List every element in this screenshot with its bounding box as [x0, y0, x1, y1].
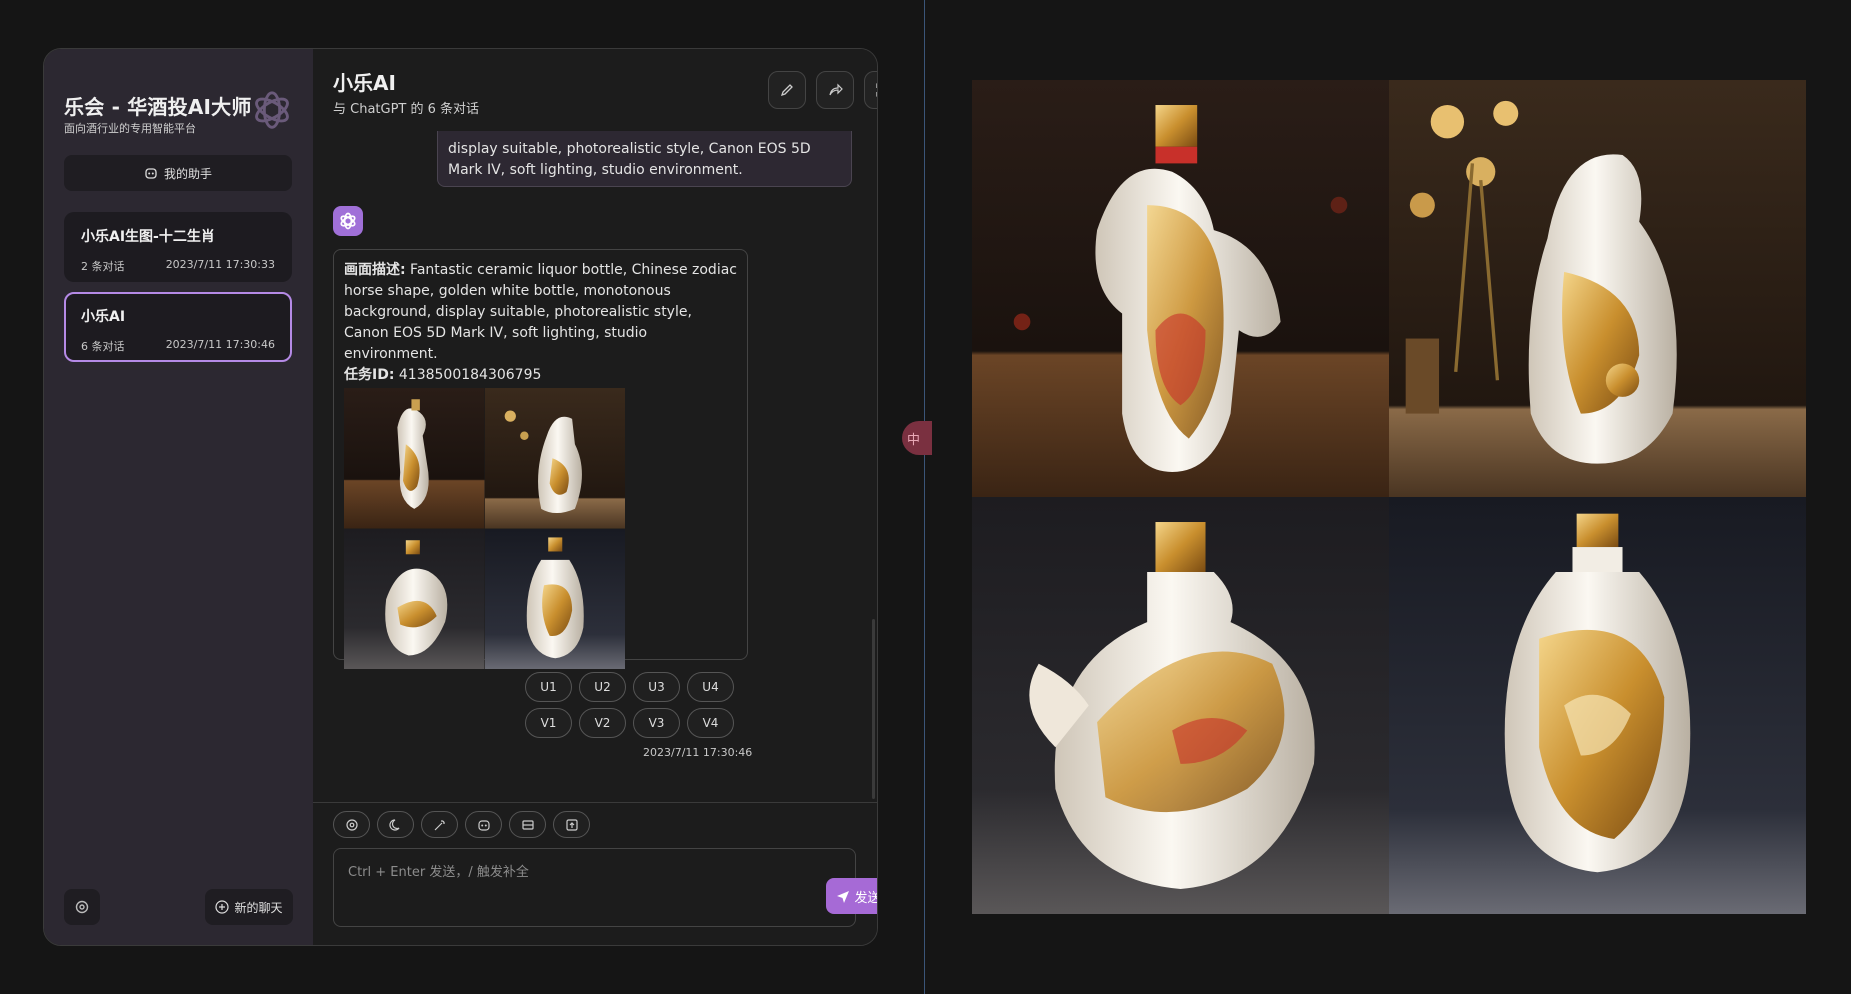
enlarged-generated-image — [972, 80, 1806, 914]
composer-divider — [313, 802, 877, 803]
chat-title: 小乐AI — [333, 71, 396, 95]
prompt-tool-button[interactable] — [421, 811, 458, 838]
variation-3-button[interactable]: V3 — [633, 708, 680, 738]
upload-icon — [565, 818, 578, 831]
pencil-icon — [780, 84, 793, 97]
gear-icon — [345, 818, 358, 831]
thumb-image-2 — [484, 388, 625, 529]
moon-icon — [388, 818, 399, 831]
brand-subtitle: 面向酒行业的专用智能平台 — [64, 122, 196, 135]
my-assistant-button[interactable]: 我的助手 — [64, 155, 292, 191]
generated-image-thumbnail[interactable] — [344, 388, 625, 669]
bot-message-text: 画面描述: Fantastic ceramic liquor bottle, C… — [344, 260, 737, 386]
chat-list-item-zodiac[interactable]: 小乐AI生图-十二生肖 2 条对话 2023/7/11 17:30:33 — [64, 212, 292, 282]
chat-item-title: 小乐AI — [81, 309, 126, 325]
chat-scrollbar[interactable] — [872, 619, 875, 799]
fullscreen-icon — [876, 83, 877, 97]
send-button[interactable]: 发送 — [826, 878, 878, 914]
large-image-2 — [1389, 80, 1806, 497]
rename-button[interactable] — [768, 71, 806, 109]
chat-item-time: 2023/7/11 17:30:33 — [165, 258, 275, 271]
desc-label: 画面描述: — [344, 262, 406, 278]
chat-item-title: 小乐AI生图-十二生肖 — [81, 229, 215, 245]
chat-subtitle: 与 ChatGPT 的 6 条对话 — [333, 102, 480, 117]
send-icon — [837, 891, 850, 903]
large-image-1 — [972, 80, 1389, 497]
task-id-label: 任务ID: — [344, 367, 395, 383]
upscale-1-button[interactable]: U1 — [525, 672, 572, 702]
chat-list-item-xiaole[interactable]: 小乐AI 6 条对话 2023/7/11 17:30:46 — [64, 292, 292, 362]
gear-icon — [75, 900, 89, 914]
message-timestamp: 2023/7/11 17:30:46 — [643, 746, 753, 759]
my-assistant-label: 我的助手 — [163, 166, 212, 181]
message-input[interactable]: Ctrl + Enter 发送，/ 触发补全 — [333, 848, 856, 927]
export-tool-button[interactable] — [553, 811, 590, 838]
variation-button-row: V1 V2 V3 V4 — [525, 708, 734, 738]
openai-logo-icon — [255, 91, 289, 129]
sidebar: 乐会 - 华酒投AI大师 面向酒行业的专用智能平台 我的助手 小乐AI生图-十二… — [44, 49, 313, 945]
chat-main: 小乐AI 与 ChatGPT 的 6 条对话 display suitable,… — [313, 49, 877, 945]
variation-2-button[interactable]: V2 — [579, 708, 626, 738]
thumb-image-3 — [344, 528, 485, 669]
upscale-3-button[interactable]: U3 — [633, 672, 680, 702]
magic-wand-icon — [434, 819, 445, 830]
thumb-image-1 — [344, 388, 485, 529]
bot-icon — [145, 168, 157, 179]
variation-1-button[interactable]: V1 — [525, 708, 572, 738]
layout-icon — [521, 819, 534, 830]
openai-logo-icon — [340, 212, 356, 230]
split-divider[interactable] — [924, 0, 925, 994]
chat-item-count: 2 条对话 — [81, 260, 125, 273]
bot-icon — [477, 819, 490, 831]
chat-app-window: 乐会 - 华酒投AI大师 面向酒行业的专用智能平台 我的助手 小乐AI生图-十二… — [43, 48, 878, 946]
settings-button[interactable] — [64, 889, 100, 925]
bot-message-bubble: 画面描述: Fantastic ceramic liquor bottle, C… — [333, 249, 748, 669]
user-message-bubble: display suitable, photorealistic style, … — [437, 131, 852, 187]
fullscreen-button[interactable] — [864, 71, 877, 109]
thumb-image-4 — [484, 528, 625, 669]
upscale-2-button[interactable]: U2 — [579, 672, 626, 702]
theme-tool-button[interactable] — [377, 811, 414, 838]
new-chat-button[interactable]: 新的聊天 — [205, 889, 293, 925]
brand-title: 乐会 - 华酒投AI大师 — [64, 95, 252, 119]
new-chat-label: 新的聊天 — [234, 900, 283, 915]
bot-avatar — [333, 206, 363, 236]
large-image-4 — [1389, 497, 1806, 914]
share-icon — [829, 83, 843, 96]
chat-item-count: 6 条对话 — [81, 340, 125, 353]
large-image-3 — [972, 497, 1389, 914]
send-label: 发送 — [854, 890, 878, 906]
composer-toolbar — [333, 811, 590, 838]
mask-tool-button[interactable] — [465, 811, 502, 838]
floating-translate-badge[interactable]: 中 — [902, 421, 932, 455]
layout-tool-button[interactable] — [509, 811, 546, 838]
upscale-4-button[interactable]: U4 — [687, 672, 734, 702]
settings-tool-button[interactable] — [333, 811, 370, 838]
upscale-button-row: U1 U2 U3 U4 — [525, 672, 734, 702]
variation-4-button[interactable]: V4 — [687, 708, 734, 738]
plus-circle-icon — [215, 900, 230, 914]
task-id-value: 4138500184306795 — [394, 367, 542, 383]
chat-item-time: 2023/7/11 17:30:46 — [165, 338, 275, 351]
share-button[interactable] — [816, 71, 854, 109]
